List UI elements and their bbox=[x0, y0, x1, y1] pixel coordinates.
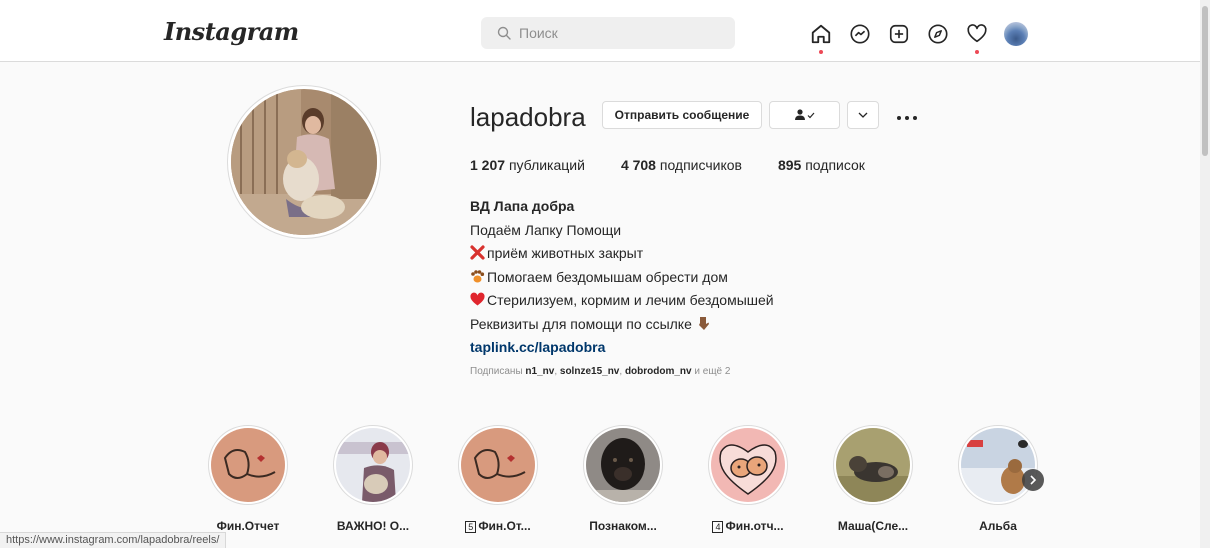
send-message-button[interactable]: Отправить сообщение bbox=[602, 101, 762, 129]
red-heart-icon bbox=[470, 292, 485, 306]
more-options-icon[interactable] bbox=[896, 108, 918, 126]
bio-line: Стерилизуем, кормим и лечим бездомышей bbox=[470, 289, 774, 313]
highlight-label: Маша(Сле... bbox=[837, 519, 909, 533]
chevron-down-icon bbox=[858, 112, 868, 118]
highlight-item[interactable]: 5 Фин.От... bbox=[453, 425, 543, 533]
profile-avatar[interactable] bbox=[1004, 22, 1028, 46]
highlight-cover bbox=[711, 428, 785, 502]
highlight-cover bbox=[336, 428, 410, 502]
bio-line: Помогаем бездомышам обрести дом bbox=[470, 266, 774, 290]
notification-dot bbox=[975, 50, 979, 54]
profile-username: lapadobra bbox=[470, 102, 586, 132]
highlight-cover bbox=[836, 428, 910, 502]
highlight-item[interactable]: Познаком... bbox=[578, 425, 668, 533]
highlight-item[interactable]: Фин.Отчет bbox=[203, 425, 293, 533]
highlight-item[interactable]: ВАЖНО! О... bbox=[328, 425, 418, 533]
messenger-icon[interactable] bbox=[848, 22, 872, 46]
bio-line: Подаём Лапку Помощи bbox=[470, 221, 622, 238]
followers-count[interactable]: 4 708 подписчиков bbox=[621, 157, 742, 173]
nav-icons bbox=[809, 22, 1028, 54]
instagram-logo[interactable]: Instagram bbox=[164, 17, 299, 46]
search-box[interactable] bbox=[481, 17, 735, 49]
search-icon bbox=[497, 26, 511, 40]
profile-stats: 1 207 публикаций 4 708 подписчиков 895 п… bbox=[470, 157, 901, 173]
suggestions-dropdown-button[interactable] bbox=[847, 101, 879, 129]
highlight-count-badge: 4 bbox=[712, 521, 724, 533]
highlight-cover bbox=[461, 428, 535, 502]
pointing-down-icon bbox=[698, 316, 709, 330]
browser-status-url: https://www.instagram.com/lapadobra/reel… bbox=[0, 532, 227, 548]
highlight-cover bbox=[961, 428, 1035, 502]
profile-bio: ВД Лапа добра Подаём Лапку Помощи приём … bbox=[470, 195, 774, 360]
profile-photo bbox=[231, 89, 377, 235]
bio-link[interactable]: taplink.cc/lapadobra bbox=[470, 336, 774, 360]
story-highlights: Фин.Отчет ВАЖНО! О... 5 Фин.От... Познако… bbox=[0, 425, 1210, 535]
activity-heart-icon[interactable] bbox=[965, 22, 989, 54]
scrollbar-thumb[interactable] bbox=[1202, 6, 1208, 156]
new-post-icon[interactable] bbox=[887, 22, 911, 46]
highlight-cover bbox=[211, 428, 285, 502]
cross-mark-icon bbox=[470, 245, 485, 260]
highlight-label: Фин.Отчет bbox=[216, 519, 280, 533]
highlight-label: ВАЖНО! О... bbox=[336, 519, 410, 533]
highlight-label: Альба bbox=[979, 519, 1017, 533]
search-input[interactable] bbox=[519, 25, 719, 41]
bio-line: Реквизиты для помощи по ссылке bbox=[470, 313, 774, 337]
highlight-label: 4 Фин.отч... bbox=[703, 519, 793, 533]
explore-compass-icon[interactable] bbox=[926, 22, 950, 46]
highlight-item[interactable]: 4 Фин.отч... bbox=[703, 425, 793, 533]
notification-dot bbox=[819, 50, 823, 54]
home-icon[interactable] bbox=[809, 22, 833, 54]
profile-picture[interactable] bbox=[227, 85, 381, 239]
top-navbar: Instagram bbox=[0, 0, 1210, 62]
highlights-next-button[interactable] bbox=[1022, 469, 1044, 491]
paw-print-icon bbox=[471, 269, 485, 282]
following-button[interactable] bbox=[769, 101, 840, 129]
highlight-cover bbox=[586, 428, 660, 502]
highlight-item[interactable]: Маша(Сле... bbox=[828, 425, 918, 533]
chevron-right-icon bbox=[1030, 475, 1037, 485]
user-check-icon bbox=[794, 109, 814, 120]
bio-line: приём животных закрыт bbox=[470, 242, 774, 266]
highlight-label: 5 Фин.От... bbox=[453, 519, 543, 533]
posts-count: 1 207 публикаций bbox=[470, 157, 585, 173]
profile-full-name: ВД Лапа добра bbox=[470, 198, 575, 214]
highlight-label: Познаком... bbox=[589, 519, 657, 533]
following-count[interactable]: 895 подписок bbox=[778, 157, 865, 173]
highlight-count-badge: 5 bbox=[465, 521, 477, 533]
followed-by-text[interactable]: Подписаны n1_nv, solnze15_nv, dobrodom_n… bbox=[470, 366, 730, 377]
avatar bbox=[1004, 22, 1028, 46]
